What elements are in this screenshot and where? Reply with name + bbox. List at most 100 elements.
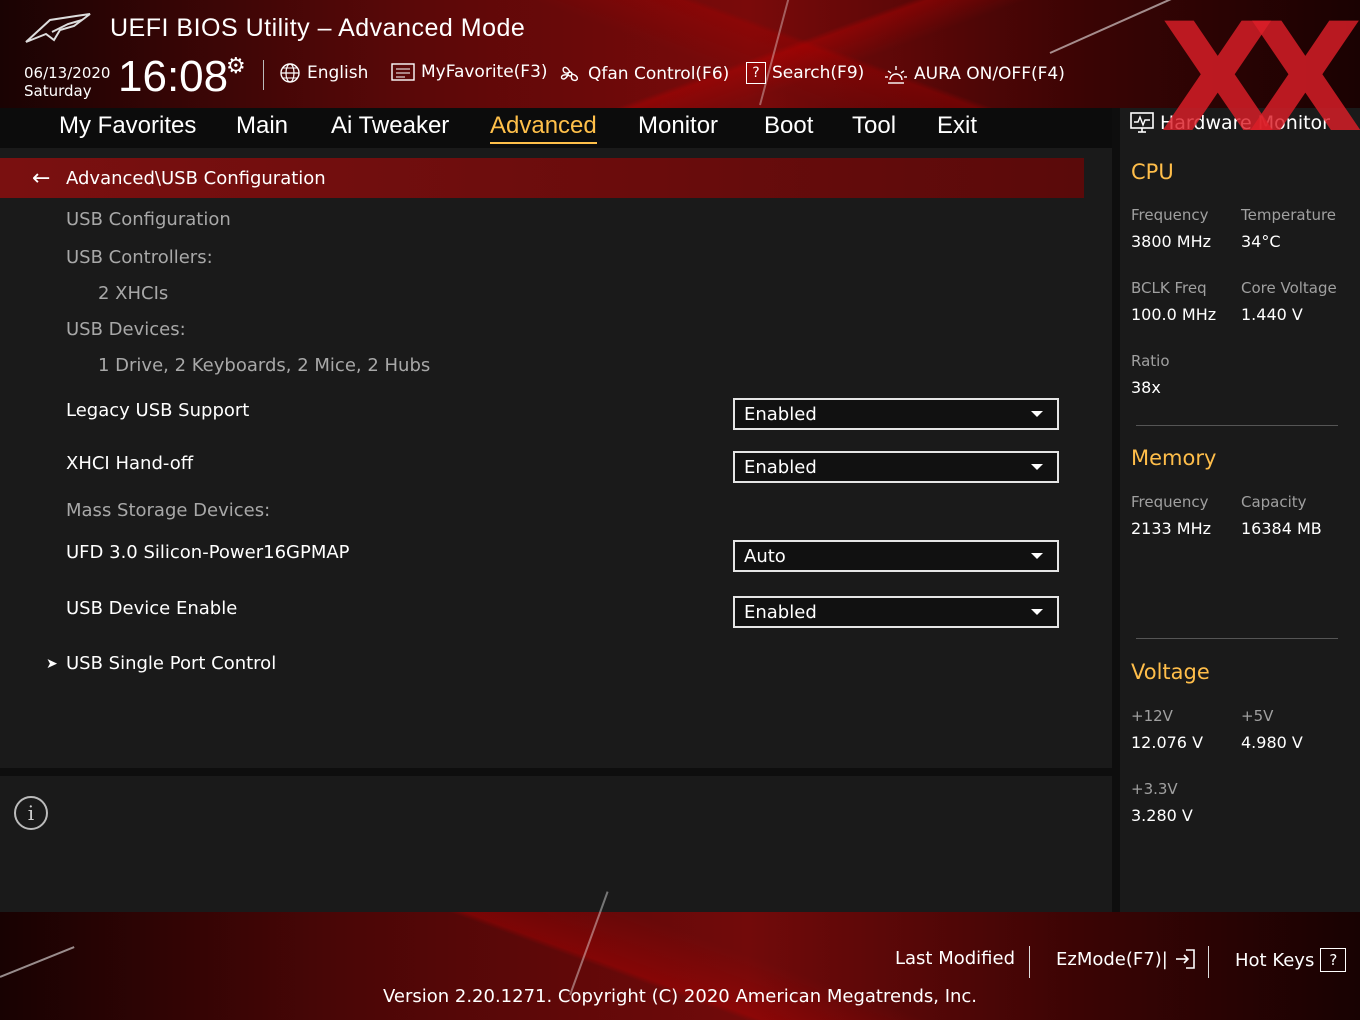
legacy-usb-support-label[interactable]: Legacy USB Support xyxy=(66,400,249,421)
divider xyxy=(263,60,264,90)
divider xyxy=(1208,946,1209,978)
clock-display: 16:08 xyxy=(118,52,229,101)
tab-ai-tweaker[interactable]: Ai Tweaker xyxy=(331,112,449,140)
fan-icon xyxy=(560,66,579,82)
watermark-logo: XX xyxy=(1160,0,1360,166)
usb-device-enable-label[interactable]: USB Device Enable xyxy=(66,598,237,619)
breadcrumb-label: Advanced\USB Configuration xyxy=(66,167,326,189)
date-display: 06/13/2020 Saturday xyxy=(24,64,110,100)
exit-arrow-icon xyxy=(1175,949,1195,969)
tab-exit[interactable]: Exit xyxy=(937,112,977,140)
xhci-handoff-label[interactable]: XHCI Hand-off xyxy=(66,453,193,474)
v33-label: +3.3V xyxy=(1131,780,1178,798)
chevron-down-icon xyxy=(1031,464,1043,470)
date-value: 06/13/2020 xyxy=(24,64,111,82)
v12-value: 12.076 V xyxy=(1131,733,1204,752)
help-panel: i xyxy=(0,776,1112,912)
usb-device-enable-select[interactable]: Enabled xyxy=(733,596,1059,628)
tab-main[interactable]: Main xyxy=(236,112,288,140)
legacy-usb-support-select[interactable]: Enabled xyxy=(733,398,1059,430)
ufd-device-select[interactable]: Auto xyxy=(733,540,1059,572)
myfavorite-button[interactable]: MyFavorite(F3) xyxy=(391,62,548,82)
divider xyxy=(1029,946,1030,978)
memory-frequency-value: 2133 MHz xyxy=(1131,519,1212,538)
language-button[interactable]: English xyxy=(279,62,368,84)
v12-label: +12V xyxy=(1131,707,1173,725)
myfavorite-label: MyFavorite(F3) xyxy=(421,62,548,82)
tab-monitor[interactable]: Monitor xyxy=(638,112,718,140)
question-icon: ? xyxy=(1320,948,1347,972)
hotkeys-button[interactable]: Hot Keys ? xyxy=(1235,948,1347,972)
core-voltage-value: 1.440 V xyxy=(1241,305,1303,324)
search-button[interactable]: ? Search(F9) xyxy=(746,62,864,84)
last-modified-label: Last Modified xyxy=(895,948,1016,969)
cpu-temperature-label: Temperature xyxy=(1241,206,1337,224)
chevron-down-icon xyxy=(1031,553,1043,559)
usb-device-enable-value: Enabled xyxy=(744,601,817,623)
aura-light-icon xyxy=(885,66,907,84)
usb-devices-label: USB Devices: xyxy=(66,319,186,340)
bclk-value: 100.0 MHz xyxy=(1131,305,1217,324)
usb-configuration-heading: USB Configuration xyxy=(66,209,231,230)
ufd-device-value: Auto xyxy=(744,545,786,567)
chevron-down-icon xyxy=(1031,411,1043,417)
aura-label: AURA ON/OFF(F4) xyxy=(914,64,1065,84)
v5-value: 4.980 V xyxy=(1241,733,1303,752)
qfan-button[interactable]: Qfan Control(F6) xyxy=(558,62,729,86)
usb-controllers-value: 2 XHCIs xyxy=(98,283,169,304)
monitor-icon xyxy=(1130,112,1154,133)
search-label: Search(F9) xyxy=(772,63,865,83)
chevron-right-icon: ➤ xyxy=(46,656,58,672)
cpu-temperature-value: 34°C xyxy=(1241,232,1281,251)
settings-panel: ← Advanced\USB Configuration USB Configu… xyxy=(0,148,1112,768)
favorite-list-icon xyxy=(391,63,415,81)
section-divider xyxy=(1136,425,1338,426)
memory-frequency-label: Frequency xyxy=(1131,493,1209,511)
usb-single-port-control-link[interactable]: USB Single Port Control xyxy=(66,653,276,674)
aura-button[interactable]: AURA ON/OFF(F4) xyxy=(884,62,1065,86)
section-divider xyxy=(1136,638,1338,639)
decor-streak xyxy=(0,946,75,978)
xhci-handoff-select[interactable]: Enabled xyxy=(733,451,1059,483)
header-bar: UEFI BIOS Utility – Advanced Mode 06/13/… xyxy=(0,0,1360,108)
rog-logo-icon xyxy=(25,13,91,43)
ratio-value: 38x xyxy=(1131,378,1161,397)
day-value: Saturday xyxy=(24,82,92,100)
question-icon: ? xyxy=(746,62,766,84)
last-modified-button[interactable]: Last Modified xyxy=(895,948,1015,969)
bclk-label: BCLK Freq xyxy=(1131,279,1207,297)
footer-bar: Last Modified EzMode(F7)| Hot Keys ? Ver… xyxy=(0,891,1360,1020)
cpu-frequency-value: 3800 MHz xyxy=(1131,232,1212,251)
usb-controllers-label: USB Controllers: xyxy=(66,247,213,268)
mass-storage-label: Mass Storage Devices: xyxy=(66,500,271,521)
breadcrumb[interactable]: ← Advanced\USB Configuration xyxy=(0,158,1084,198)
legacy-usb-support-value: Enabled xyxy=(744,403,817,425)
ratio-label: Ratio xyxy=(1131,352,1170,370)
v5-label: +5V xyxy=(1241,707,1274,725)
menu-bar: My Favorites Main Ai Tweaker Advanced Mo… xyxy=(0,108,1112,149)
tab-tool[interactable]: Tool xyxy=(852,112,896,140)
usb-devices-value: 1 Drive, 2 Keyboards, 2 Mice, 2 Hubs xyxy=(98,355,431,376)
xhci-handoff-value: Enabled xyxy=(744,456,817,478)
tab-advanced[interactable]: Advanced xyxy=(490,112,597,144)
ezmode-button[interactable]: EzMode(F7)| xyxy=(1056,948,1196,970)
ezmode-label: EzMode(F7)| xyxy=(1056,948,1168,970)
ufd-device-label[interactable]: UFD 3.0 Silicon-Power16GPMAP xyxy=(66,542,350,563)
globe-icon xyxy=(280,63,300,83)
app-title: UEFI BIOS Utility – Advanced Mode xyxy=(110,14,526,42)
version-text: Version 2.20.1271. Copyright (C) 2020 Am… xyxy=(382,986,978,1007)
chevron-down-icon xyxy=(1031,609,1043,615)
memory-section-title: Memory xyxy=(1131,446,1217,470)
decor-streak xyxy=(759,0,790,106)
back-arrow-icon[interactable]: ← xyxy=(32,166,56,191)
tab-boot[interactable]: Boot xyxy=(764,112,813,140)
v33-value: 3.280 V xyxy=(1131,806,1193,825)
qfan-label: Qfan Control(F6) xyxy=(588,64,730,84)
tab-my-favorites[interactable]: My Favorites xyxy=(59,112,196,140)
info-icon: i xyxy=(14,796,48,830)
core-voltage-label: Core Voltage xyxy=(1241,279,1337,297)
gear-icon[interactable]: ⚙ xyxy=(226,54,246,79)
memory-capacity-label: Capacity xyxy=(1241,493,1307,511)
memory-capacity-value: 16384 MB xyxy=(1241,519,1322,538)
hotkeys-label: Hot Keys xyxy=(1235,949,1315,971)
